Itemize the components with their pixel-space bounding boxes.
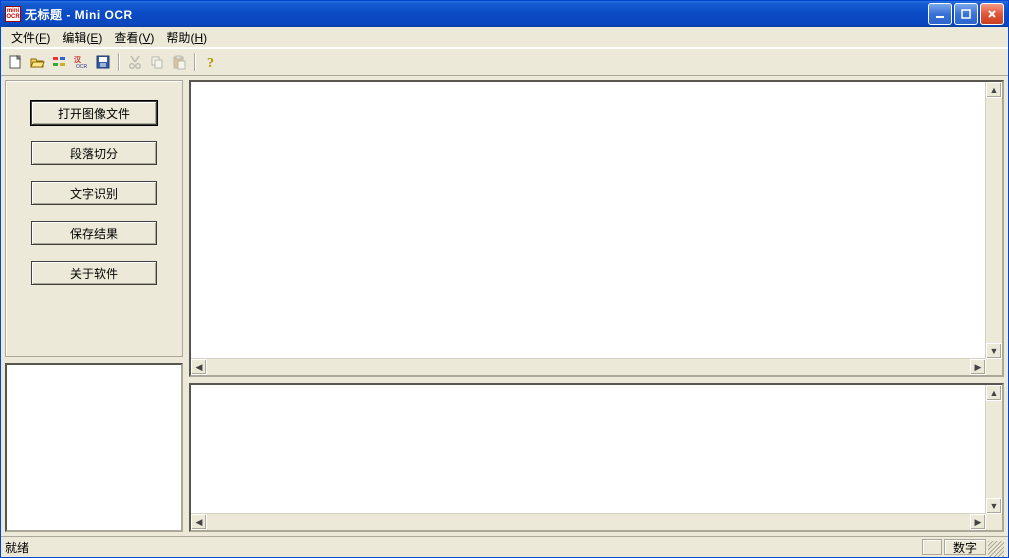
scroll-right-icon[interactable]: ▶ xyxy=(970,359,986,375)
save-result-button[interactable]: 保存结果 xyxy=(31,221,157,245)
toolbar-segment-button[interactable] xyxy=(49,52,69,72)
horizontal-scrollbar[interactable]: ◀ ▶ xyxy=(191,358,986,375)
menu-help[interactable]: 帮助(H) xyxy=(160,27,213,48)
client-area: 打开图像文件 段落切分 文字识别 保存结果 关于软件 ▲ ▼ ◀ ▶ xyxy=(1,76,1008,536)
action-panel: 打开图像文件 段落切分 文字识别 保存结果 关于软件 xyxy=(5,80,183,357)
scroll-up-icon[interactable]: ▲ xyxy=(986,385,1002,401)
status-cell-empty xyxy=(922,539,942,555)
help-icon: ? xyxy=(203,54,219,70)
right-column: ▲ ▼ ◀ ▶ ▲ ▼ ◀ ▶ xyxy=(189,80,1004,532)
toolbar-open-button[interactable] xyxy=(27,52,47,72)
vertical-scrollbar[interactable]: ▲ ▼ xyxy=(985,385,1002,514)
ocr-icon: 汉OCR xyxy=(73,54,89,70)
open-icon xyxy=(29,54,45,70)
horizontal-scrollbar[interactable]: ◀ ▶ xyxy=(191,513,986,530)
toolbar-paste-button[interactable] xyxy=(169,52,189,72)
new-icon xyxy=(7,54,23,70)
recognize-button[interactable]: 文字识别 xyxy=(31,181,157,205)
window-controls xyxy=(928,3,1004,25)
close-button[interactable] xyxy=(980,3,1004,25)
toolbar-separator xyxy=(194,53,196,71)
toolbar-new-button[interactable] xyxy=(5,52,25,72)
scroll-up-icon[interactable]: ▲ xyxy=(986,82,1002,98)
app-icon: miniOCR xyxy=(5,6,21,22)
image-view: ▲ ▼ ◀ ▶ xyxy=(189,80,1004,377)
minimize-button[interactable] xyxy=(928,3,952,25)
segment-button[interactable]: 段落切分 xyxy=(31,141,157,165)
toolbar-save-button[interactable] xyxy=(93,52,113,72)
vertical-scrollbar[interactable]: ▲ ▼ xyxy=(985,82,1002,359)
preview-pane xyxy=(5,363,183,532)
app-window: miniOCR 无标题 - Mini OCR 文件(F) 编辑(E) 查看(V)… xyxy=(0,0,1009,558)
toolbar-separator xyxy=(118,53,120,71)
open-image-button[interactable]: 打开图像文件 xyxy=(31,101,157,125)
resize-grip-icon[interactable] xyxy=(988,541,1004,557)
scroll-left-icon[interactable]: ◀ xyxy=(191,359,207,375)
scroll-corner xyxy=(986,359,1002,375)
statusbar: 就绪 数字 xyxy=(1,536,1008,557)
toolbar-copy-button[interactable] xyxy=(147,52,167,72)
menu-edit[interactable]: 编辑(E) xyxy=(56,27,108,48)
scroll-left-icon[interactable]: ◀ xyxy=(191,514,207,530)
status-text: 就绪 xyxy=(5,539,920,556)
menu-view[interactable]: 查看(V) xyxy=(108,27,160,48)
toolbar-cut-button[interactable] xyxy=(125,52,145,72)
copy-icon xyxy=(149,54,165,70)
status-cell-num: 数字 xyxy=(944,539,986,555)
menu-file[interactable]: 文件(F) xyxy=(5,27,56,48)
titlebar: miniOCR 无标题 - Mini OCR xyxy=(1,1,1008,27)
scroll-corner xyxy=(986,514,1002,530)
save-icon xyxy=(95,54,111,70)
left-column: 打开图像文件 段落切分 文字识别 保存结果 关于软件 xyxy=(5,80,183,532)
svg-text:OCR: OCR xyxy=(76,64,88,70)
svg-text:汉: 汉 xyxy=(74,55,82,64)
cut-icon xyxy=(127,54,143,70)
paste-icon xyxy=(171,54,187,70)
window-title: 无标题 - Mini OCR xyxy=(25,6,133,23)
about-button[interactable]: 关于软件 xyxy=(31,261,157,285)
svg-text:?: ? xyxy=(207,56,214,70)
result-pane: ▲ ▼ ◀ ▶ xyxy=(189,383,1004,532)
scroll-right-icon[interactable]: ▶ xyxy=(970,514,986,530)
toolbar-ocr-button[interactable]: 汉OCR xyxy=(71,52,91,72)
maximize-button[interactable] xyxy=(954,3,978,25)
scroll-down-icon[interactable]: ▼ xyxy=(986,343,1002,359)
segment-icon xyxy=(51,54,67,70)
toolbar-help-button[interactable]: ? xyxy=(201,52,221,72)
menubar: 文件(F) 编辑(E) 查看(V) 帮助(H) xyxy=(1,27,1008,48)
toolbar: 汉OCR ? xyxy=(1,48,1008,76)
scroll-down-icon[interactable]: ▼ xyxy=(986,498,1002,514)
